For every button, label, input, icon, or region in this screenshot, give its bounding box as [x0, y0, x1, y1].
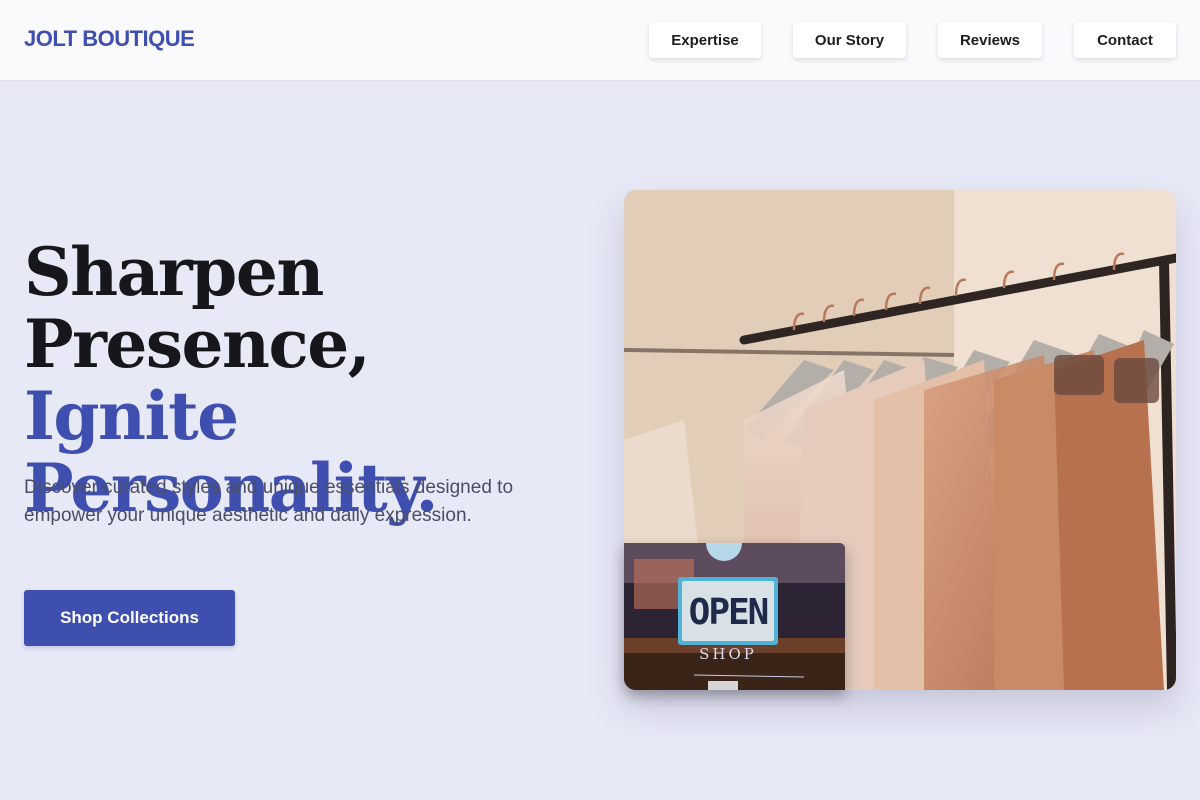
top-navigation-bar: JOLT BOUTIQUE Expertise Our Story Review… [0, 0, 1200, 80]
nav-expertise-button[interactable]: Expertise [649, 22, 761, 58]
shop-collections-button[interactable]: Shop Collections [24, 590, 235, 646]
hero-subtext: Discover curated styles and unique essen… [24, 477, 514, 526]
headline-line-2: Presence, [24, 305, 371, 383]
headline-accent-word: Ignite [24, 377, 239, 455]
nav-contact-button[interactable]: Contact [1074, 22, 1176, 58]
shop-sign-text: SHOP [699, 645, 757, 663]
open-sign-text: OPEN [688, 591, 770, 633]
brand-logo[interactable]: JOLT BOUTIQUE [24, 26, 195, 52]
open-shop-sign-image: OPEN SHOP [624, 543, 845, 690]
nav-reviews-button[interactable]: Reviews [938, 22, 1042, 58]
headline-line-1: Sharpen [24, 233, 324, 311]
nav-our-story-button[interactable]: Our Story [793, 22, 906, 58]
